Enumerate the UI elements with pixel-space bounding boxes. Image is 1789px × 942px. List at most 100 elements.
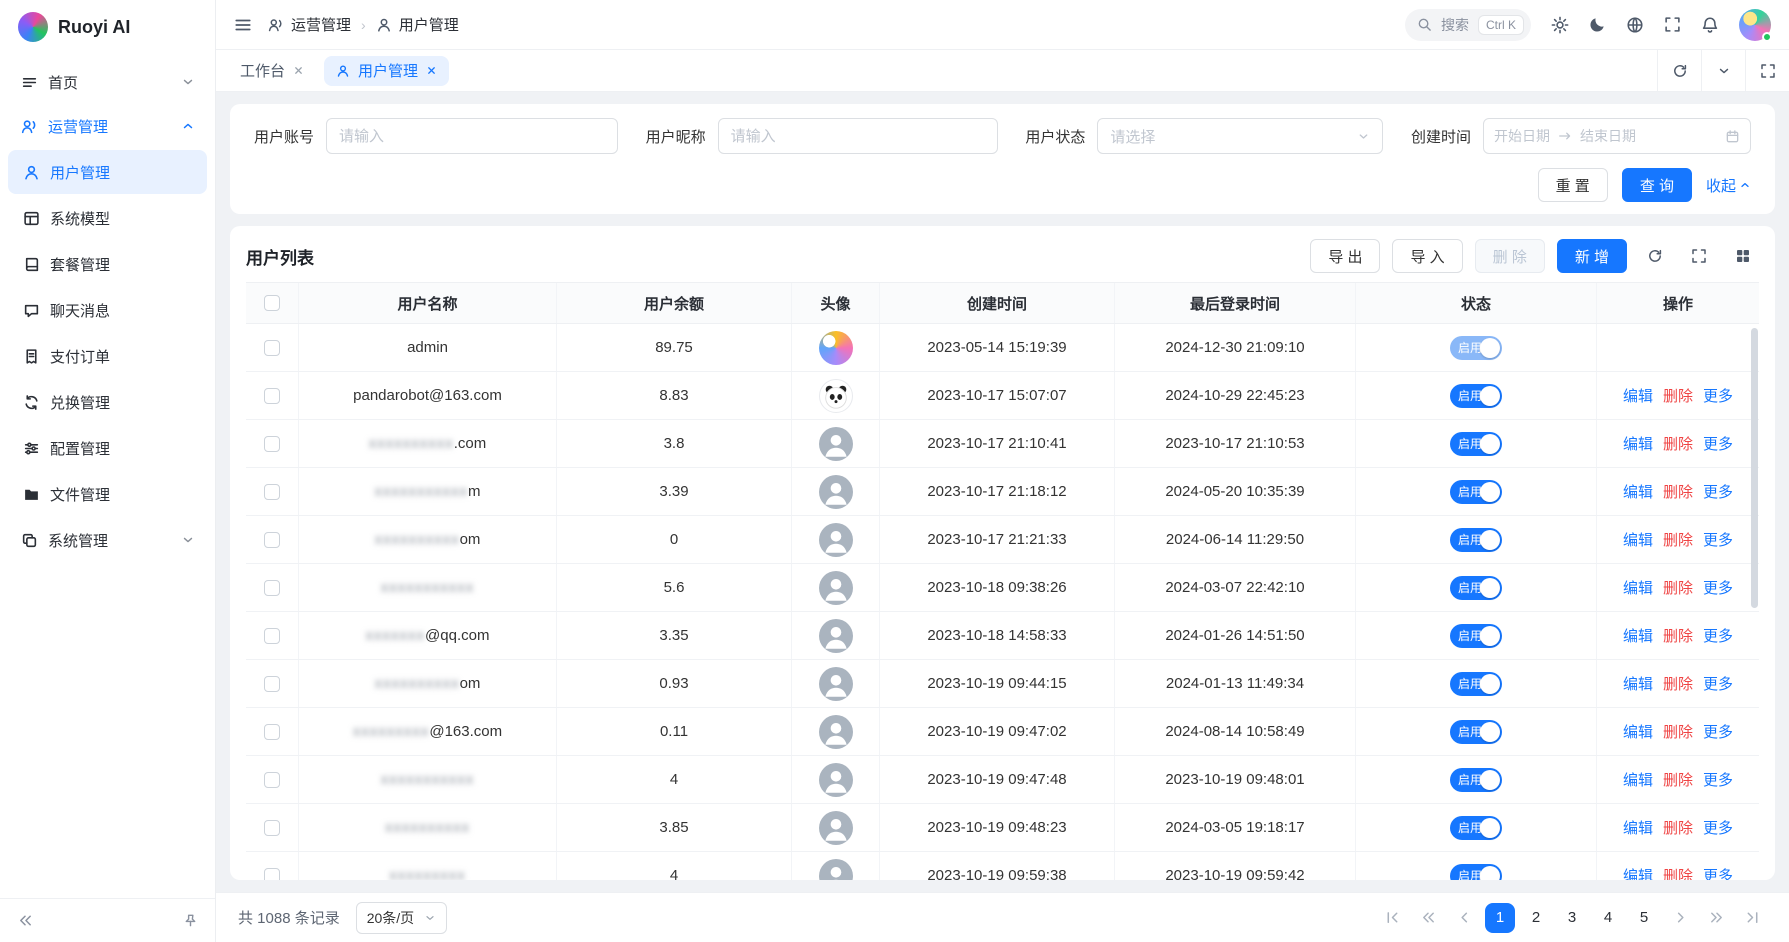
status-toggle[interactable]: 启用 [1450, 720, 1502, 744]
row-checkbox[interactable] [264, 772, 280, 788]
reset-button[interactable]: 重 置 [1538, 168, 1608, 202]
tab-workbench[interactable]: 工作台 [228, 56, 316, 86]
sidebar-item-config-management[interactable]: 配置管理 [8, 426, 207, 470]
translate-language-icon[interactable] [1626, 16, 1644, 34]
edit-link[interactable]: 编辑 [1623, 673, 1653, 694]
delete-link[interactable]: 删除 [1663, 577, 1693, 598]
more-link[interactable]: 更多 [1703, 769, 1733, 790]
status-select[interactable]: 请选择 [1097, 118, 1383, 154]
fast-prev-button[interactable] [1413, 903, 1443, 933]
status-toggle[interactable]: 启用 [1450, 336, 1502, 360]
more-link[interactable]: 更多 [1703, 577, 1733, 598]
delete-link[interactable]: 删除 [1663, 721, 1693, 742]
first-page-button[interactable] [1377, 903, 1407, 933]
row-checkbox[interactable] [264, 436, 280, 452]
more-link[interactable]: 更多 [1703, 481, 1733, 502]
sidebar-collapse-button[interactable] [12, 908, 38, 934]
sidebar-item-file-management[interactable]: 文件管理 [8, 472, 207, 516]
more-link[interactable]: 更多 [1703, 721, 1733, 742]
sidebar-item-operations[interactable]: 运营管理 [8, 104, 207, 148]
delete-link[interactable]: 删除 [1663, 865, 1693, 880]
sidebar-item-home[interactable]: 首页 [8, 60, 207, 104]
fast-next-button[interactable] [1701, 903, 1731, 933]
tab-user-management[interactable]: 用户管理 [324, 56, 449, 86]
sidebar-item-system-model[interactable]: 系统模型 [8, 196, 207, 240]
status-toggle[interactable]: 启用 [1450, 384, 1502, 408]
edit-link[interactable]: 编辑 [1623, 817, 1653, 838]
refresh-icon[interactable] [1639, 240, 1671, 272]
close-icon[interactable] [426, 65, 437, 76]
sidebar-item-system[interactable]: 系统管理 [8, 518, 207, 562]
row-checkbox[interactable] [264, 868, 280, 881]
delete-button[interactable]: 删 除 [1475, 239, 1545, 273]
column-settings-icon[interactable] [1727, 240, 1759, 272]
row-checkbox[interactable] [264, 340, 280, 356]
delete-link[interactable]: 删除 [1663, 529, 1693, 550]
user-avatar[interactable] [1739, 9, 1771, 41]
next-page-button[interactable] [1665, 903, 1695, 933]
status-toggle[interactable]: 启用 [1450, 672, 1502, 696]
row-checkbox[interactable] [264, 532, 280, 548]
row-checkbox[interactable] [264, 820, 280, 836]
status-toggle[interactable]: 启用 [1450, 432, 1502, 456]
pin-icon[interactable] [177, 908, 203, 934]
row-checkbox[interactable] [264, 676, 280, 692]
sidebar-item-user-management[interactable]: 用户管理 [8, 150, 207, 194]
edit-link[interactable]: 编辑 [1623, 577, 1653, 598]
close-icon[interactable] [293, 65, 304, 76]
select-all-checkbox[interactable] [264, 295, 280, 311]
delete-link[interactable]: 删除 [1663, 769, 1693, 790]
prev-page-button[interactable] [1449, 903, 1479, 933]
more-link[interactable]: 更多 [1703, 433, 1733, 454]
page-button-5[interactable]: 5 [1629, 903, 1659, 933]
export-button[interactable]: 导 出 [1310, 239, 1380, 273]
sidebar-item-exchange-management[interactable]: 兑换管理 [8, 380, 207, 424]
edit-link[interactable]: 编辑 [1623, 769, 1653, 790]
page-size-select[interactable]: 20条/页 [356, 902, 447, 934]
delete-link[interactable]: 删除 [1663, 481, 1693, 502]
more-link[interactable]: 更多 [1703, 673, 1733, 694]
edit-link[interactable]: 编辑 [1623, 529, 1653, 550]
delete-link[interactable]: 删除 [1663, 433, 1693, 454]
row-checkbox[interactable] [264, 388, 280, 404]
page-button-3[interactable]: 3 [1557, 903, 1587, 933]
nickname-input[interactable] [718, 118, 998, 154]
maximize-icon[interactable] [1745, 50, 1789, 91]
status-toggle[interactable]: 启用 [1450, 480, 1502, 504]
page-button-2[interactable]: 2 [1521, 903, 1551, 933]
edit-link[interactable]: 编辑 [1623, 481, 1653, 502]
account-input[interactable] [326, 118, 618, 154]
global-search[interactable]: 搜索 Ctrl K [1405, 9, 1531, 41]
fullscreen-icon[interactable] [1664, 16, 1681, 33]
status-toggle[interactable]: 启用 [1450, 864, 1502, 881]
sidebar-item-payment-orders[interactable]: 支付订单 [8, 334, 207, 378]
notifications-bell-icon[interactable] [1701, 16, 1719, 34]
sidebar-item-chat-messages[interactable]: 聊天消息 [8, 288, 207, 332]
edit-link[interactable]: 编辑 [1623, 625, 1653, 646]
breadcrumb-user-management[interactable]: 用户管理 [376, 14, 459, 35]
sidebar-item-package-management[interactable]: 套餐管理 [8, 242, 207, 286]
breadcrumb-operations[interactable]: 运营管理 [268, 14, 351, 35]
page-button-1[interactable]: 1 [1485, 903, 1515, 933]
more-link[interactable]: 更多 [1703, 385, 1733, 406]
chevron-down-icon[interactable] [1701, 50, 1745, 91]
status-toggle[interactable]: 启用 [1450, 816, 1502, 840]
more-link[interactable]: 更多 [1703, 529, 1733, 550]
import-button[interactable]: 导 入 [1392, 239, 1462, 273]
page-button-4[interactable]: 4 [1593, 903, 1623, 933]
edit-link[interactable]: 编辑 [1623, 721, 1653, 742]
more-link[interactable]: 更多 [1703, 817, 1733, 838]
logo[interactable]: Ruoyi AI [0, 0, 215, 54]
status-toggle[interactable]: 启用 [1450, 528, 1502, 552]
edit-link[interactable]: 编辑 [1623, 385, 1653, 406]
delete-link[interactable]: 删除 [1663, 817, 1693, 838]
delete-link[interactable]: 删除 [1663, 625, 1693, 646]
fullscreen-icon[interactable] [1683, 240, 1715, 272]
status-toggle[interactable]: 启用 [1450, 624, 1502, 648]
delete-link[interactable]: 删除 [1663, 385, 1693, 406]
row-checkbox[interactable] [264, 580, 280, 596]
add-button[interactable]: 新 增 [1557, 239, 1627, 273]
query-button[interactable]: 查 询 [1622, 168, 1692, 202]
row-checkbox[interactable] [264, 484, 280, 500]
date-range-picker[interactable]: 开始日期 结束日期 [1483, 118, 1751, 154]
